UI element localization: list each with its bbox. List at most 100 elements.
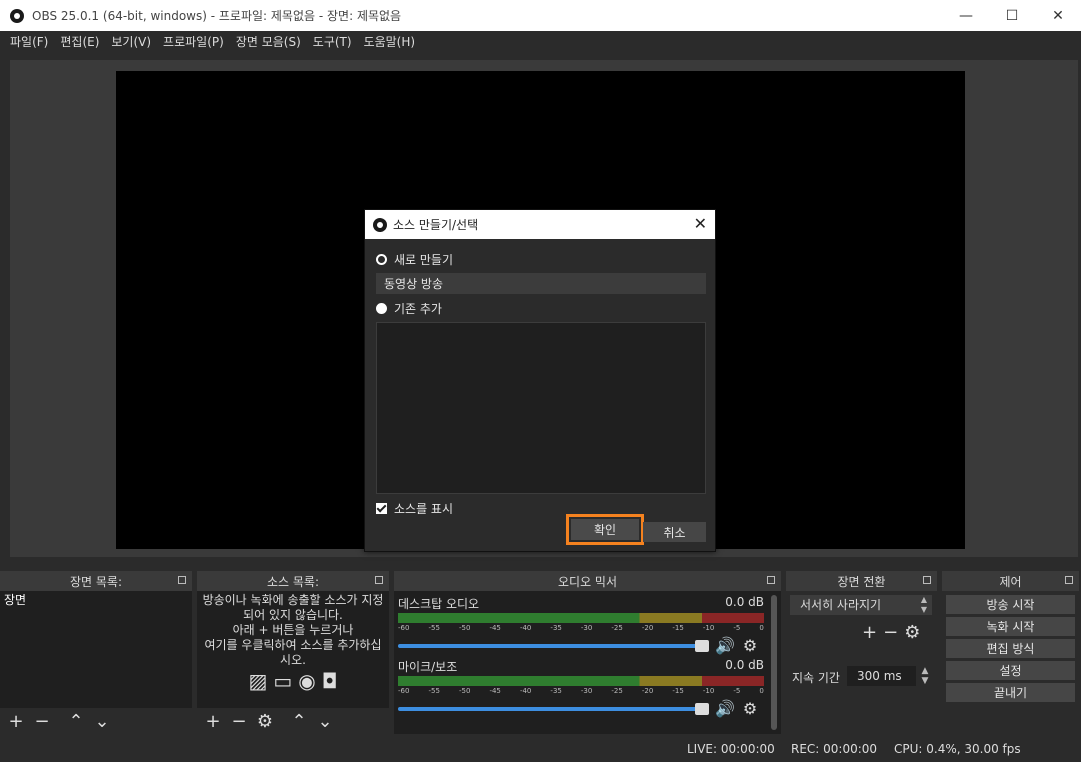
move-scene-up-button[interactable]: ⌃	[66, 711, 86, 732]
window-title: OBS 25.0.1 (64-bit, windows) - 프로파일: 제목없…	[32, 9, 402, 23]
start-streaming-button[interactable]: 방송 시작	[946, 595, 1075, 614]
menu-tools[interactable]: 도구(T)	[307, 31, 358, 53]
duration-label: 지속 기간	[792, 671, 840, 685]
mixer-dock-title: 오디오 믹서	[557, 574, 617, 589]
volume-slider[interactable]	[398, 702, 709, 715]
mixer-body: 데스크탑 오디오 0.0 dB -60 -55 -50 -45 -40 -35 -30 -25…	[394, 591, 781, 734]
undock-icon[interactable]	[1065, 576, 1073, 584]
create-new-radio[interactable]: 새로 만들기	[376, 251, 453, 268]
show-source-checkbox[interactable]: 소스를 표시	[376, 500, 453, 517]
dialog-title: 소스 만들기/선택	[393, 218, 479, 232]
move-scene-down-button[interactable]: ⌄	[92, 711, 112, 732]
live-status: LIVE: 00:00:00	[687, 742, 775, 756]
desktop-audio-track: 데스크탑 오디오 0.0 dB -60 -55 -50 -45 -40 -35 -30 -25…	[398, 595, 764, 655]
duration-spinner-icon[interactable]: ▲ ▼	[918, 666, 932, 688]
radio-unselected-icon	[376, 303, 387, 314]
move-source-up-button[interactable]: ⌃	[289, 711, 309, 732]
scenes-toolbar: + − ⌃ ⌄	[0, 708, 192, 734]
track-level: 0.0 dB	[725, 658, 764, 672]
settings-button[interactable]: 설정	[946, 661, 1075, 680]
gear-icon[interactable]: ⚙	[904, 622, 920, 643]
transitions-dock: 장면 전환 서서히 사라지기 ▲ ▼ + − ⚙ 지속 기간 300 ms ▲ ▼	[786, 571, 937, 734]
gear-icon[interactable]: ⚙	[743, 699, 757, 718]
menu-scene-collection[interactable]: 장면 모음(S)	[230, 31, 307, 53]
source-name-input[interactable]	[376, 273, 706, 294]
radio-selected-icon	[376, 254, 387, 265]
dialog-close-button[interactable]: ✕	[694, 214, 707, 233]
track-name: 마이크/보조	[398, 660, 458, 674]
create-new-label: 새로 만들기	[394, 253, 454, 267]
transition-select[interactable]: 서서히 사라지기	[790, 595, 916, 615]
dialog-title-bar: 소스 만들기/선택	[365, 210, 715, 239]
sources-dock: 소스 목록: 방송이나 녹화에 송출할 소스가 지정되어 있지 않습니다. 아래…	[197, 571, 389, 734]
scenes-dock: 장면 목록: 장면 + − ⌃ ⌄	[0, 571, 192, 734]
scenes-dock-header: 장면 목록:	[0, 571, 192, 591]
rec-status: REC: 00:00:00	[791, 742, 878, 756]
volume-slider[interactable]	[398, 639, 709, 652]
start-recording-button[interactable]: 녹화 시작	[946, 617, 1075, 636]
track-level: 0.0 dB	[725, 595, 764, 609]
add-source-button[interactable]: +	[203, 711, 223, 732]
track-name: 데스크탑 오디오	[398, 597, 480, 611]
studio-mode-button[interactable]: 편집 방식	[946, 639, 1075, 658]
sources-dock-header: 소스 목록:	[197, 571, 389, 591]
camera-icon: ◘	[321, 669, 338, 693]
menu-edit[interactable]: 편집(E)	[54, 31, 105, 53]
menu-file[interactable]: 파일(F)	[4, 31, 54, 53]
menu-help[interactable]: 도움말(H)	[358, 31, 422, 53]
scene-list[interactable]: 장면	[0, 591, 192, 708]
globe-icon: ◉	[298, 669, 316, 693]
volume-slider-handle[interactable]	[695, 639, 709, 652]
mixer-scrollbar[interactable]	[771, 595, 777, 730]
scenes-dock-title: 장면 목록:	[69, 574, 123, 589]
menu-profile[interactable]: 프로파일(P)	[157, 31, 230, 53]
move-source-down-button[interactable]: ⌄	[315, 711, 335, 732]
meter-scale: -60 -55 -50 -45 -40 -35 -30 -25 -20 -15 -10 -5 0	[398, 624, 764, 632]
create-source-dialog: 소스 만들기/선택 ✕ 새로 만들기 기존 추가 소스를 표시 확인 취소	[364, 209, 716, 552]
status-bar: LIVE: 00:00:00 REC: 00:00:00 CPU: 0.4%, …	[0, 738, 1081, 762]
transitions-dock-header: 장면 전환	[786, 571, 937, 591]
ok-button[interactable]: 확인	[566, 514, 644, 545]
display-icon: ▭	[273, 669, 293, 693]
gear-icon[interactable]: ⚙	[743, 636, 757, 655]
title-bar: OBS 25.0.1 (64-bit, windows) - 프로파일: 제목없…	[0, 0, 1081, 31]
undock-icon[interactable]	[923, 576, 931, 584]
speaker-icon[interactable]: 🔊	[715, 636, 735, 655]
speaker-icon[interactable]: 🔊	[715, 699, 735, 718]
cancel-button[interactable]: 취소	[643, 522, 706, 542]
menu-view[interactable]: 보기(V)	[105, 31, 157, 53]
audio-mixer-dock: 오디오 믹서 데스크탑 오디오 0.0 dB -60 -55 -50 -45 -40 -3…	[394, 571, 781, 734]
sources-toolbar: + − ⚙ ⌃ ⌄	[197, 708, 389, 734]
transition-tools: + − ⚙	[862, 622, 920, 643]
volume-slider-handle[interactable]	[695, 702, 709, 715]
add-transition-button[interactable]: +	[862, 622, 877, 643]
mixer-dock-header: 오디오 믹서	[394, 571, 781, 591]
add-scene-button[interactable]: +	[6, 711, 26, 732]
remove-transition-button[interactable]: −	[883, 622, 898, 643]
transition-select-arrows-icon[interactable]: ▲ ▼	[916, 595, 932, 615]
undock-icon[interactable]	[375, 576, 383, 584]
obs-logo-icon	[10, 8, 24, 23]
source-type-icons: ▨ ▭ ◉ ◘	[197, 669, 389, 693]
obs-logo-icon	[373, 217, 387, 232]
volume-meter	[398, 676, 764, 686]
remove-scene-button[interactable]: −	[32, 711, 52, 732]
existing-sources-list[interactable]	[376, 322, 706, 494]
image-icon: ▨	[248, 669, 268, 693]
scene-list-item[interactable]: 장면	[0, 591, 192, 609]
minimize-button[interactable]: —	[943, 0, 989, 31]
exit-button[interactable]: 끝내기	[946, 683, 1075, 702]
sources-dock-title: 소스 목록:	[266, 574, 320, 589]
close-window-button[interactable]: ✕	[1035, 0, 1081, 31]
duration-input[interactable]: 300 ms	[847, 666, 916, 686]
remove-source-button[interactable]: −	[229, 711, 249, 732]
transitions-body: 서서히 사라지기 ▲ ▼ + − ⚙ 지속 기간 300 ms ▲ ▼	[786, 591, 937, 734]
source-list[interactable]: 방송이나 녹화에 송출할 소스가 지정되어 있지 않습니다. 아래 + 버튼을 …	[197, 591, 389, 708]
source-properties-gear-icon[interactable]: ⚙	[255, 711, 275, 732]
add-existing-radio[interactable]: 기존 추가	[376, 300, 442, 317]
maximize-button[interactable]: ☐	[989, 0, 1035, 31]
undock-icon[interactable]	[767, 576, 775, 584]
undock-icon[interactable]	[178, 576, 186, 584]
menu-bar: 파일(F) 편집(E) 보기(V) 프로파일(P) 장면 모음(S) 도구(T)…	[0, 31, 1081, 53]
empty-sources-hint: 방송이나 녹화에 송출할 소스가 지정되어 있지 않습니다. 아래 + 버튼을 …	[202, 593, 384, 667]
